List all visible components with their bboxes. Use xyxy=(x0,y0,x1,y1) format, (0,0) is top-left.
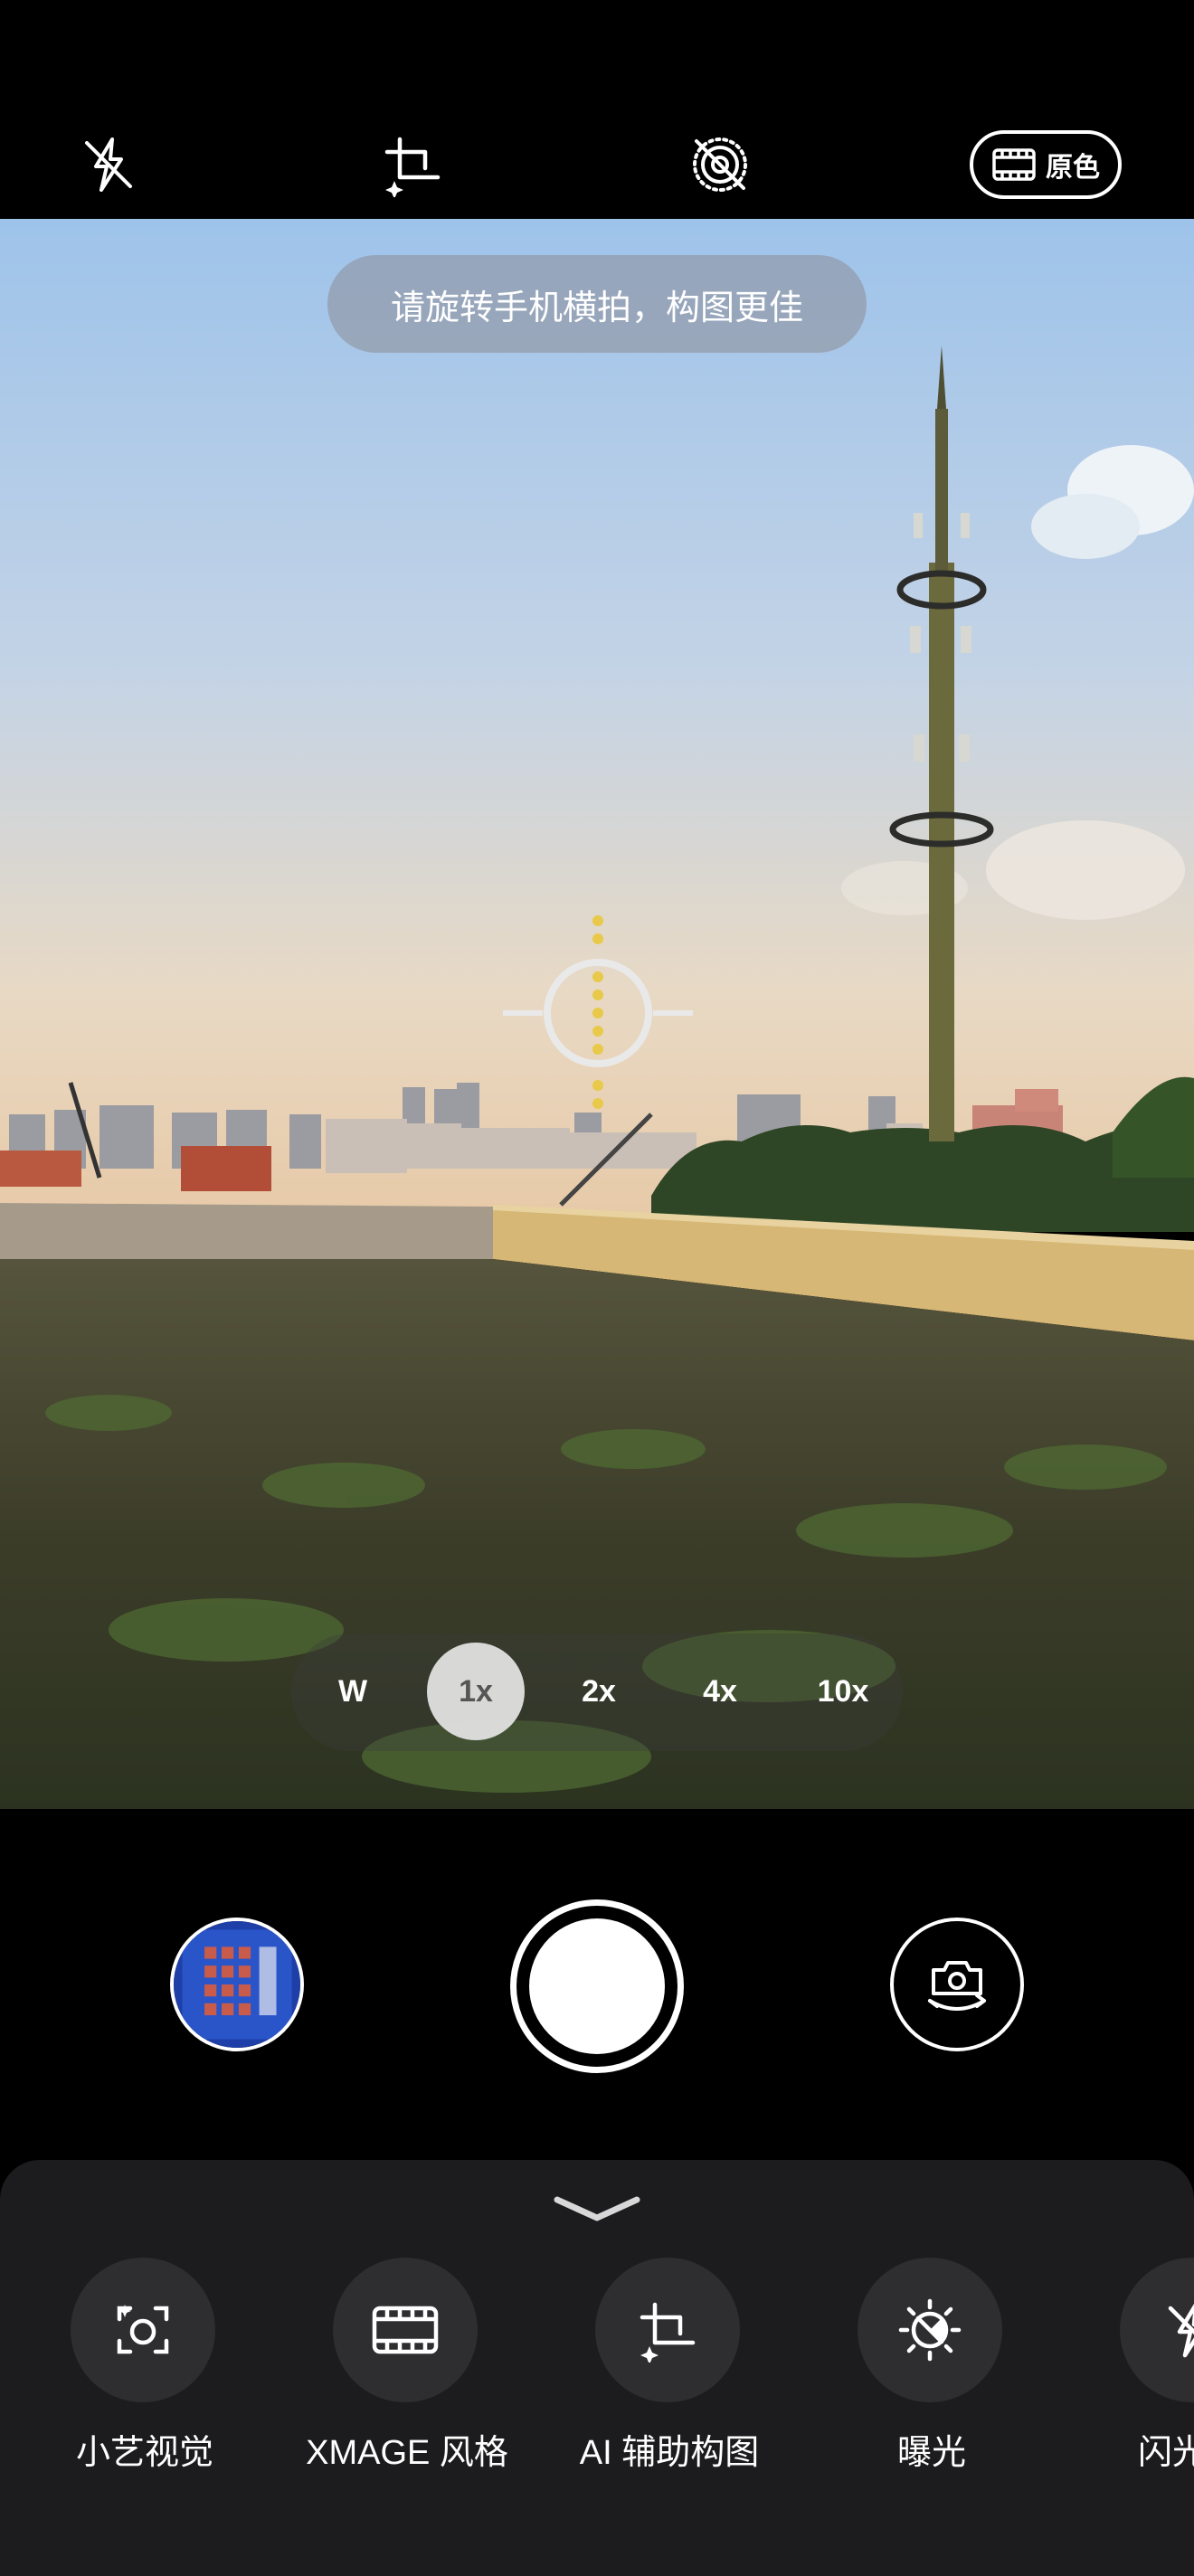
shutter-button[interactable] xyxy=(510,1899,684,2073)
tool-flash[interactable]: 闪光 xyxy=(1076,2258,1194,2493)
tool-label: 曝光 xyxy=(896,2434,966,2472)
ai-crop-icon[interactable] xyxy=(380,132,445,199)
chevron-down-icon[interactable] xyxy=(552,2189,642,2229)
flash-off-icon xyxy=(1120,2258,1194,2402)
shutter-inner xyxy=(529,1918,665,2054)
tool-label: XMAGE 风格 xyxy=(306,2434,508,2472)
live-photo-off-icon[interactable] xyxy=(687,132,753,197)
camera-switch-icon[interactable] xyxy=(890,1918,1024,2051)
camera-viewfinder[interactable] xyxy=(0,219,1194,1809)
tool-label: 小艺视觉 xyxy=(75,2434,213,2472)
exposure-icon xyxy=(858,2258,1002,2402)
focus-reticle[interactable] xyxy=(503,914,693,1113)
gallery-thumbnail[interactable] xyxy=(170,1918,304,2051)
zoom-option-4x[interactable]: 4x xyxy=(671,1643,769,1740)
scan-vision-icon xyxy=(71,2258,215,2402)
ai-crop-icon xyxy=(595,2258,740,2402)
zoom-option-wide[interactable]: W xyxy=(304,1643,402,1740)
zoom-option-2x[interactable]: 2x xyxy=(550,1643,648,1740)
rotate-hint-toast: 请旋转手机横拍，构图更佳 xyxy=(327,255,867,353)
tool-label: 闪光 xyxy=(1138,2434,1194,2472)
tool-label: AI 辅助构图 xyxy=(579,2434,760,2472)
zoom-option-1x[interactable]: 1x xyxy=(427,1643,525,1740)
film-icon xyxy=(992,148,1036,181)
film-icon xyxy=(333,2258,478,2402)
zoom-option-10x[interactable]: 10x xyxy=(794,1643,892,1740)
top-bar: 原色 xyxy=(0,0,1194,219)
style-label: 原色 xyxy=(1046,153,1100,183)
flash-off-icon[interactable] xyxy=(76,132,141,197)
style-button[interactable]: 原色 xyxy=(970,130,1122,199)
